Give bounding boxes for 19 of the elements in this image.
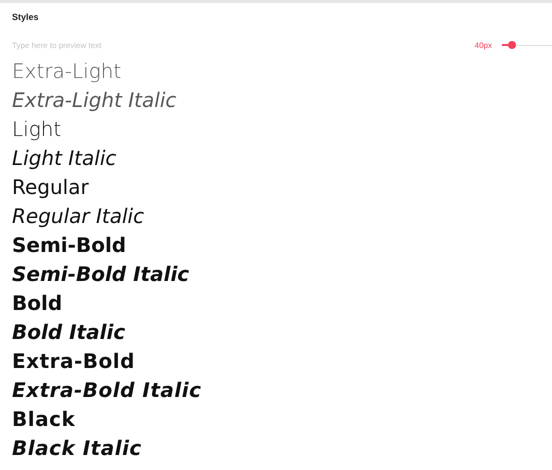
style-sample: Extra-Bold [12, 348, 135, 375]
style-sample: Semi-Bold [12, 232, 126, 259]
size-reading: 40px [474, 40, 492, 50]
style-sample: Extra-Light [12, 58, 122, 85]
style-sample: Black [12, 406, 76, 433]
style-sample: Regular [12, 174, 89, 201]
style-sample: Black Italic [12, 435, 142, 462]
style-sample: Extra-Bold Italic [12, 377, 202, 404]
style-sample: Regular Italic [12, 203, 144, 230]
style-sample: Semi-Bold Italic [12, 261, 190, 288]
slider-thumb[interactable] [508, 41, 516, 49]
size-slider[interactable] [502, 40, 552, 50]
style-sample: Light [12, 116, 62, 143]
style-sample: Bold [12, 290, 62, 317]
section-title: Styles [12, 12, 40, 22]
style-sample: Light Italic [12, 145, 116, 172]
style-sample: Extra-Light Italic [12, 87, 176, 114]
preview-text-field[interactable]: Type here to preview text [12, 40, 475, 50]
style-sample: Bold Italic [12, 319, 126, 346]
